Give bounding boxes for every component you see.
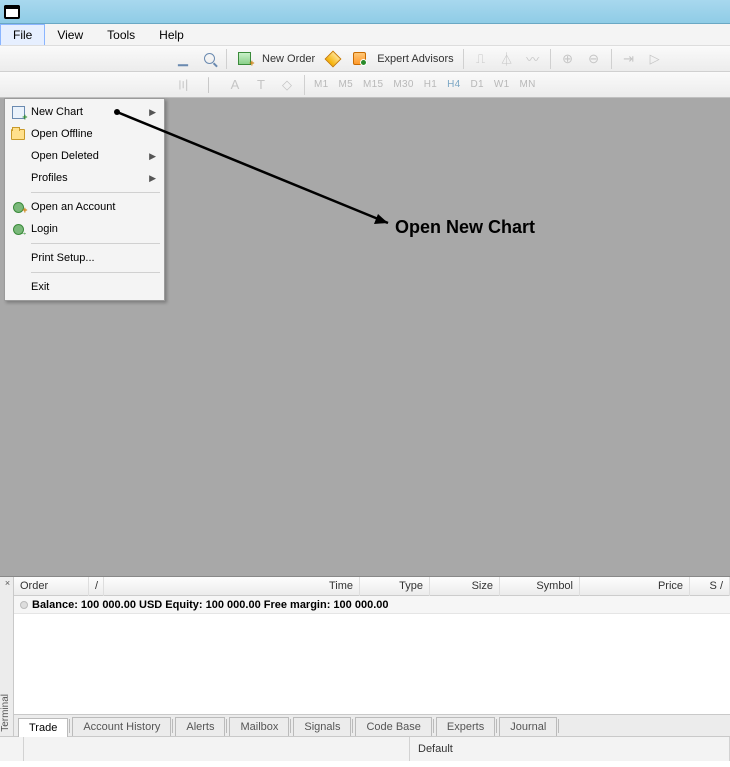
title-bar xyxy=(0,0,730,24)
tab-account-history[interactable]: Account History xyxy=(72,717,171,736)
file-login[interactable]: Login xyxy=(7,218,162,240)
drawing-toolbar: 〣 │ A T ◇ M1 M5 M15 M30 H1 H4 D1 W1 MN xyxy=(0,72,730,98)
col-time[interactable]: Time xyxy=(104,577,360,596)
submenu-arrow-icon: ▶ xyxy=(149,151,156,162)
file-exit[interactable]: Exit xyxy=(7,276,162,298)
col-size[interactable]: Size xyxy=(430,577,500,596)
app-icon xyxy=(4,5,20,19)
tf-m30[interactable]: M30 xyxy=(389,79,417,90)
status-spacer xyxy=(24,737,410,761)
tf-w1[interactable]: W1 xyxy=(490,79,514,90)
file-new-chart[interactable]: New Chart ▶ xyxy=(7,101,162,123)
col-symbol[interactable]: Symbol xyxy=(500,577,580,596)
user-login-icon xyxy=(9,224,27,235)
crosshair-icon[interactable]: 〣 xyxy=(171,74,195,96)
expert-advisors-icon[interactable] xyxy=(347,48,371,70)
file-open-offline[interactable]: Open Offline xyxy=(7,123,162,145)
file-print-setup[interactable]: Print Setup... xyxy=(7,247,162,269)
terminal-side: × Terminal xyxy=(0,577,14,736)
shift-icon[interactable]: ▷ xyxy=(643,48,667,70)
text-icon[interactable]: A xyxy=(223,74,247,96)
terminal-tabs: Trade Account History Alerts Mailbox Sig… xyxy=(14,714,730,736)
tf-h4[interactable]: H4 xyxy=(443,79,464,90)
line-chart-icon[interactable]: 〰 xyxy=(521,48,545,70)
file-open-account[interactable]: Open an Account xyxy=(7,196,162,218)
tf-m5[interactable]: M5 xyxy=(335,79,358,90)
tab-journal[interactable]: Journal xyxy=(499,717,557,736)
submenu-arrow-icon: ▶ xyxy=(149,107,156,118)
col-order[interactable]: Order xyxy=(14,577,89,596)
shapes-icon[interactable]: ◇ xyxy=(275,74,299,96)
zoom-in-icon[interactable]: ⊕ xyxy=(556,48,580,70)
chart-properties-icon[interactable] xyxy=(197,48,221,70)
tab-signals[interactable]: Signals xyxy=(293,717,351,736)
file-open-deleted[interactable]: Open Deleted ▶ xyxy=(7,145,162,167)
terminal-panel: × Terminal Order / Time Type Size Symbol… xyxy=(0,576,730,736)
tf-h1[interactable]: H1 xyxy=(420,79,441,90)
tf-d1[interactable]: D1 xyxy=(467,79,488,90)
expert-advisors-label[interactable]: Expert Advisors xyxy=(373,53,457,65)
zoom-out-icon[interactable]: ⊖ xyxy=(582,48,606,70)
new-order-label[interactable]: New Order xyxy=(258,53,319,65)
status-bar: Default xyxy=(0,736,730,761)
new-chart-icon xyxy=(9,106,27,119)
terminal-side-label: Terminal xyxy=(0,694,14,732)
menu-bar: File View Tools Help xyxy=(0,24,730,46)
col-price[interactable]: Price xyxy=(580,577,690,596)
status-profile[interactable]: Default xyxy=(410,737,730,761)
candlestick-icon[interactable]: ⏃ xyxy=(495,48,519,70)
folder-icon xyxy=(9,129,27,140)
menu-separator xyxy=(31,192,160,193)
vline-icon[interactable]: │ xyxy=(197,74,221,96)
terminal-close-icon[interactable]: × xyxy=(3,579,12,588)
bar-chart-icon[interactable]: ⎍ xyxy=(469,48,493,70)
balance-row[interactable]: Balance: 100 000.00 USD Equity: 100 000.… xyxy=(14,596,730,614)
tab-mailbox[interactable]: Mailbox xyxy=(229,717,289,736)
menu-help[interactable]: Help xyxy=(147,24,196,45)
tab-alerts[interactable]: Alerts xyxy=(175,717,225,736)
tab-code-base[interactable]: Code Base xyxy=(355,717,431,736)
file-menu-dropdown: New Chart ▶ Open Offline Open Deleted ▶ … xyxy=(4,98,165,301)
user-add-icon xyxy=(9,202,27,213)
col-s[interactable]: S / xyxy=(690,577,730,596)
new-order-icon[interactable] xyxy=(232,48,256,70)
tab-experts[interactable]: Experts xyxy=(436,717,495,736)
autotrade-icon[interactable] xyxy=(321,48,345,70)
balance-text: Balance: 100 000.00 USD Equity: 100 000.… xyxy=(32,599,388,611)
col-type[interactable]: Type xyxy=(360,577,430,596)
annotation-label: Open New Chart xyxy=(395,217,535,238)
file-profiles[interactable]: Profiles ▶ xyxy=(7,167,162,189)
status-help-icon[interactable] xyxy=(0,737,24,761)
tab-trade[interactable]: Trade xyxy=(18,718,68,737)
tf-m1[interactable]: M1 xyxy=(310,79,333,90)
scroll-icon[interactable]: ⇥ xyxy=(617,48,641,70)
menu-separator xyxy=(31,272,160,273)
menu-tools[interactable]: Tools xyxy=(95,24,147,45)
tf-mn[interactable]: MN xyxy=(516,79,540,90)
tf-m15[interactable]: M15 xyxy=(359,79,387,90)
submenu-arrow-icon: ▶ xyxy=(149,173,156,184)
menu-view[interactable]: View xyxy=(45,24,95,45)
chart-line-icon[interactable]: ▁ xyxy=(171,48,195,70)
status-dot-icon xyxy=(20,601,28,609)
label-icon[interactable]: T xyxy=(249,74,273,96)
terminal-grid-body xyxy=(14,614,730,714)
chart-workspace: New Chart ▶ Open Offline Open Deleted ▶ … xyxy=(0,98,730,576)
col-sort[interactable]: / xyxy=(89,577,104,596)
main-toolbar: ▁ New Order Expert Advisors ⎍ ⏃ 〰 ⊕ ⊖ ⇥ … xyxy=(0,46,730,72)
terminal-header-row: Order / Time Type Size Symbol Price S / xyxy=(14,577,730,596)
menu-file[interactable]: File xyxy=(0,24,45,45)
menu-separator xyxy=(31,243,160,244)
